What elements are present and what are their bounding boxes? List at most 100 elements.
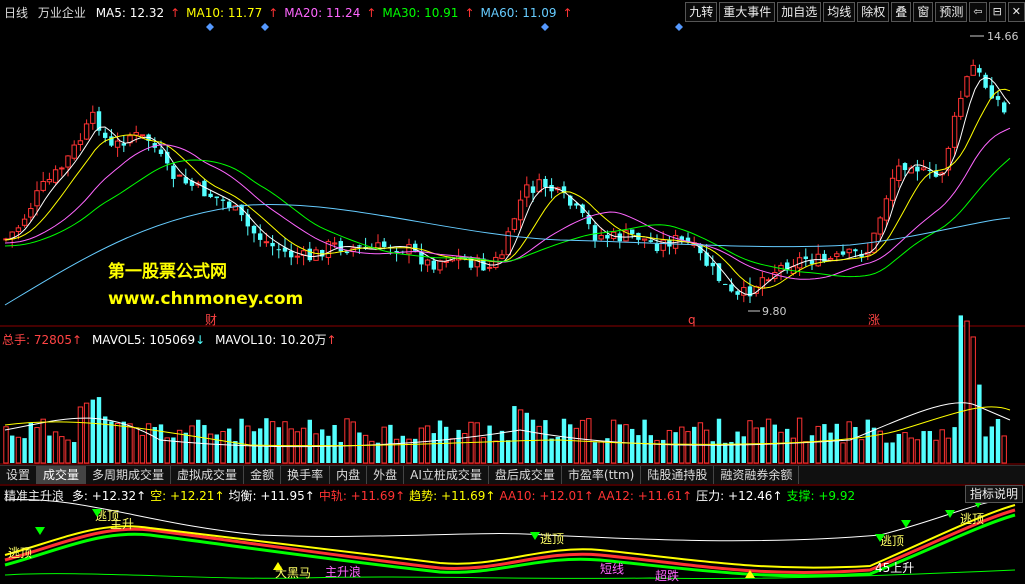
mavol10: MAVOL10: 10.20万	[215, 333, 327, 347]
ma30-line	[4, 157, 1011, 278]
volume-bar	[424, 425, 431, 464]
volume-bar	[357, 432, 362, 463]
volume-bar	[96, 397, 102, 463]
volume-bar	[785, 428, 790, 463]
candle-body	[202, 180, 207, 197]
tab-0[interactable]: 设置	[0, 466, 38, 484]
volume-bar	[139, 434, 146, 464]
volume-bar	[877, 430, 883, 464]
volume-bar	[666, 429, 673, 464]
indicator-name[interactable]: 精准主升浪	[4, 489, 64, 503]
volume-bar	[239, 418, 244, 463]
candle-body	[331, 242, 338, 245]
candle-body	[511, 218, 518, 230]
volume-bar	[995, 419, 1001, 463]
tab-9[interactable]: 盘后成交量	[489, 466, 562, 484]
candle-body	[220, 199, 226, 201]
volume-bar	[294, 431, 301, 464]
tab-1[interactable]: 成交量	[37, 466, 87, 484]
candle-body	[208, 193, 213, 198]
volume-bar	[233, 441, 238, 463]
candle-body	[227, 201, 232, 208]
candle-body	[902, 163, 908, 171]
volume-bar	[890, 442, 895, 463]
candle-body	[214, 196, 219, 199]
volume-bar	[251, 431, 257, 463]
candle-body	[499, 254, 505, 259]
volume-bar	[196, 419, 201, 463]
volume-bar	[871, 427, 877, 463]
candle-body	[382, 241, 387, 247]
tab-5[interactable]: 换手率	[281, 466, 331, 484]
volume-bar	[176, 429, 183, 464]
candle-body	[294, 255, 301, 258]
volume-bar	[400, 435, 405, 463]
volume-bar	[456, 429, 461, 463]
volume-bar	[127, 423, 133, 464]
volume-bar	[3, 426, 9, 464]
candle-body	[915, 166, 920, 172]
indicator-item-3: 中轨: +11.69↑	[318, 489, 406, 503]
volume-bar	[927, 431, 932, 463]
candle-body	[90, 111, 96, 124]
candle-body	[598, 234, 604, 240]
low-label: 9.80	[762, 305, 787, 318]
indicator-help-button[interactable]: 指标说明	[964, 485, 1023, 503]
candle-body	[15, 227, 22, 232]
volume-bar	[227, 428, 232, 463]
tab-6[interactable]: 内盘	[330, 466, 368, 484]
tab-11[interactable]: 陆股通持股	[641, 466, 715, 484]
tab-7[interactable]: 外盘	[367, 466, 405, 484]
volume-bar	[555, 436, 560, 463]
candle-body	[654, 243, 660, 252]
candle-body	[964, 76, 970, 97]
candle-body	[630, 229, 635, 234]
event-diamond	[541, 23, 549, 31]
tab-10[interactable]: 市盈率(ttm)	[562, 466, 642, 484]
volume-bar	[431, 433, 436, 463]
volume-bar	[914, 439, 921, 464]
volume-bar	[970, 336, 976, 464]
volume-bar	[350, 421, 356, 464]
low-label-group: 9.80	[748, 305, 787, 318]
volume-bar	[765, 418, 772, 464]
tab-8[interactable]: AI立桩成交量	[404, 466, 489, 484]
candle-body	[34, 190, 40, 207]
event-marker-zhang: 涨	[868, 312, 880, 327]
tab-4[interactable]: 金额	[244, 466, 282, 484]
indicator-tabs: 设置 成交量 多周期成交量 虚拟成交量 金额 换手率 内盘 外盘 AI立桩成交量 盘后成交量 市盈率…	[0, 465, 1025, 484]
volume-bar	[958, 315, 963, 463]
volume-bar	[741, 436, 746, 463]
event-marker-cai: 财	[205, 313, 217, 327]
volume-bar	[834, 423, 839, 463]
volume-bar	[474, 422, 480, 464]
candle-body	[338, 241, 343, 252]
volume-bar	[1001, 435, 1007, 464]
candle-body	[790, 266, 797, 274]
candle-body	[65, 155, 71, 168]
volume-bar	[499, 430, 505, 463]
tab-2[interactable]: 多周期成交量	[86, 466, 172, 484]
volume-bar	[313, 433, 319, 464]
volume-bar	[902, 432, 908, 464]
volume-bar	[480, 437, 487, 464]
candle-body	[176, 174, 183, 177]
event-diamond	[675, 23, 683, 31]
total-arrow: ↑	[72, 333, 83, 347]
tab-12[interactable]: 融资融券余额	[714, 466, 800, 484]
tab-3[interactable]: 虚拟成交量	[171, 466, 245, 484]
volume-bar	[103, 416, 108, 463]
volume-bar	[449, 438, 456, 464]
volume-bar	[269, 421, 276, 464]
candle-body	[139, 134, 146, 137]
volume-bar	[753, 427, 759, 464]
candle-body	[171, 165, 176, 179]
candle-body	[406, 244, 412, 255]
indicator-label-10: 45上升	[875, 561, 914, 575]
candle-body	[307, 248, 312, 261]
indicator-item-0: 多: +12.32↑	[71, 489, 147, 503]
candle-body	[958, 97, 964, 117]
candle-body	[158, 149, 164, 155]
candle-body	[21, 218, 28, 226]
indicator-label-4: 逃顶	[960, 512, 984, 526]
